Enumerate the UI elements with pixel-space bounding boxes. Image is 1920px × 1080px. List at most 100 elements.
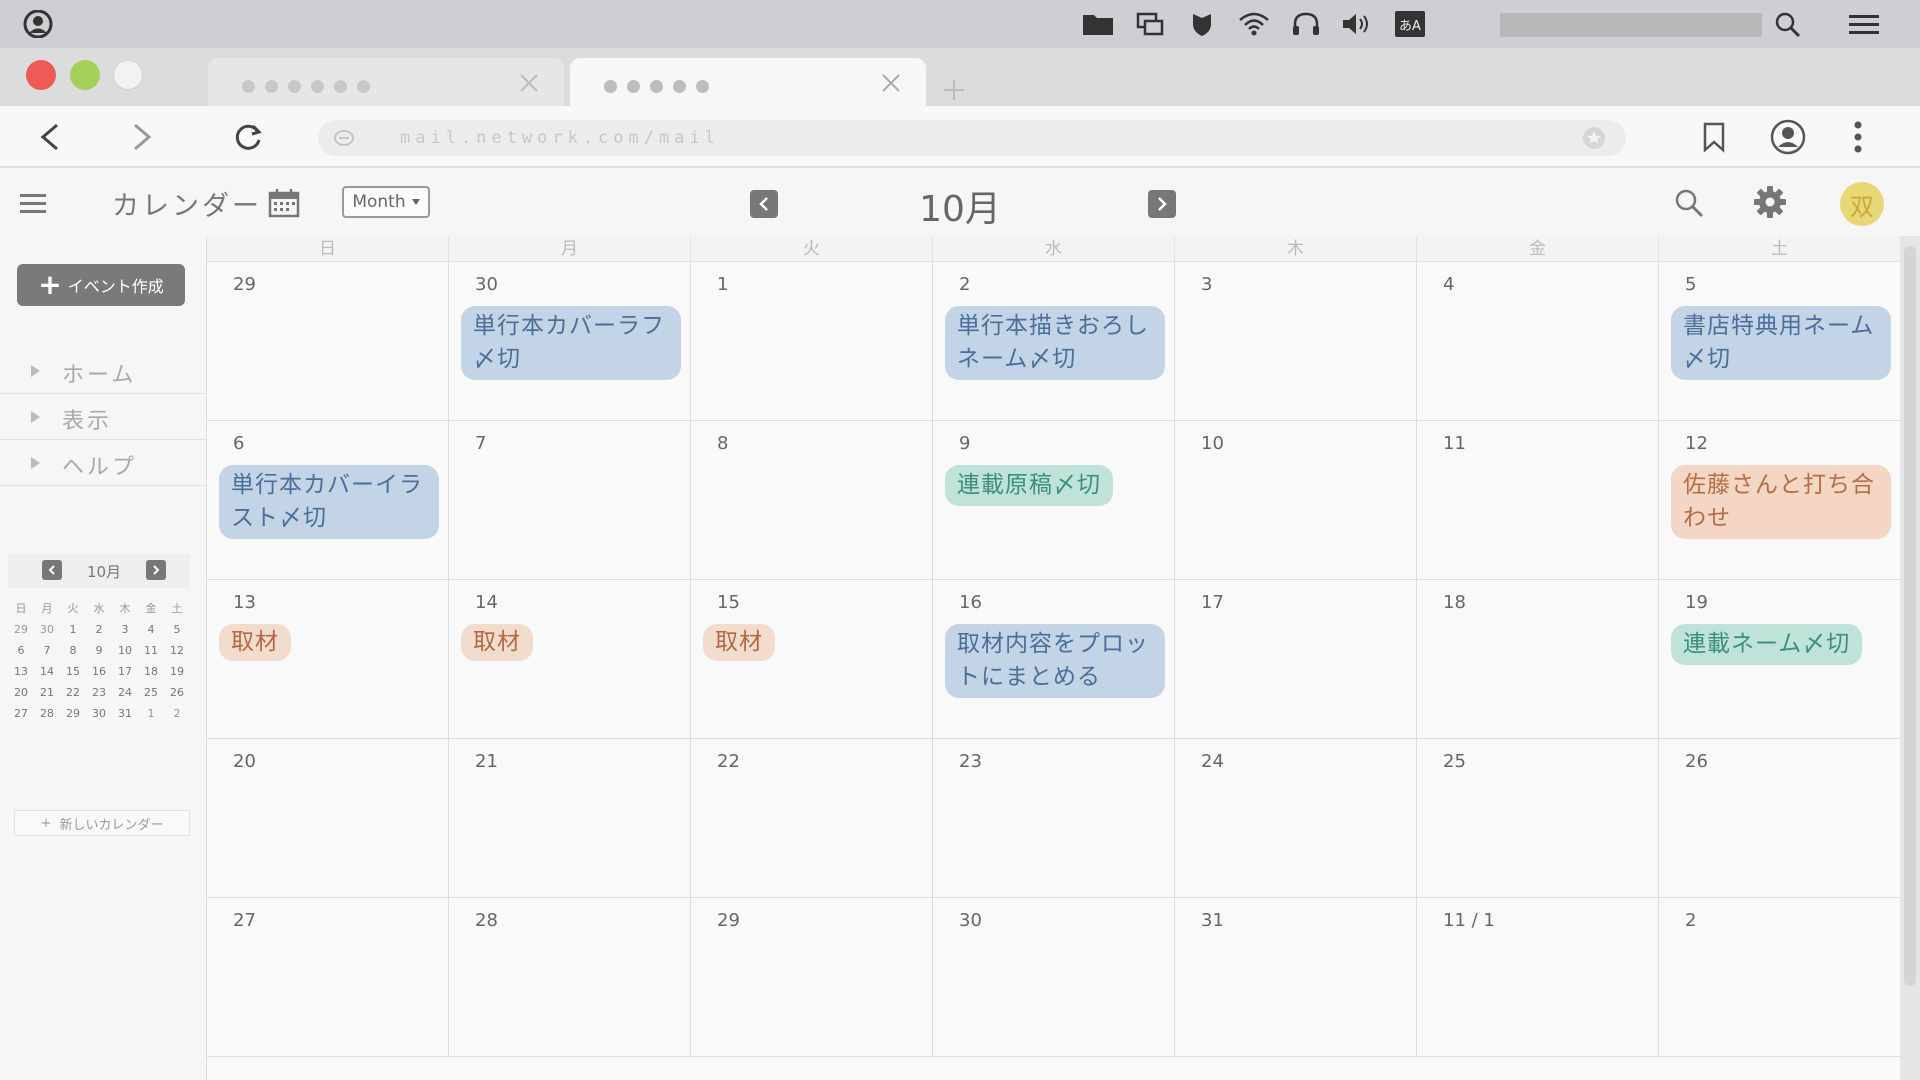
search-icon[interactable] [1772,10,1804,40]
event-chip[interactable]: 取材 [219,624,291,661]
mini-day[interactable]: 24 [112,682,138,703]
day-cell[interactable]: 29 [691,898,933,1057]
mini-day[interactable]: 26 [164,682,190,703]
browser-tab-active[interactable] [570,58,926,106]
gear-icon[interactable] [1752,184,1788,220]
new-calendar-button[interactable]: + 新しいカレンダー [14,810,190,836]
day-cell[interactable]: 27 [207,898,449,1057]
window-close-button[interactable] [26,60,56,90]
input-method-icon[interactable]: あA [1392,8,1428,40]
create-event-button[interactable]: + イベント作成 [17,264,185,306]
mini-day[interactable]: 6 [8,640,34,661]
os-search-field[interactable] [1500,13,1762,37]
folder-icon[interactable] [1080,8,1116,40]
close-icon[interactable] [878,70,904,96]
mini-day[interactable]: 28 [34,703,60,724]
event-chip[interactable]: 単行本描きおろしネーム〆切 [945,306,1165,380]
headphones-icon[interactable] [1288,8,1324,40]
menu-icon[interactable] [1846,10,1882,40]
user-icon[interactable] [22,10,54,38]
mini-prev-month-button[interactable] [42,560,62,580]
mini-day[interactable]: 31 [112,703,138,724]
back-button[interactable] [28,116,72,158]
day-cell[interactable]: 5 書店特典用ネーム〆切 [1659,262,1901,421]
profile-button[interactable] [1766,116,1810,158]
hamburger-icon[interactable] [18,190,52,218]
day-cell[interactable]: 31 [1175,898,1417,1057]
mini-day[interactable]: 7 [34,640,60,661]
day-cell[interactable]: 14 取材 [449,580,691,739]
next-month-button[interactable] [1148,190,1176,218]
day-cell[interactable]: 10 [1175,421,1417,580]
event-chip[interactable]: 取材内容をプロットにまとめる [945,624,1165,698]
mini-day[interactable]: 12 [164,640,190,661]
mini-day[interactable]: 22 [60,682,86,703]
browser-tab[interactable] [208,58,564,106]
mini-day[interactable]: 13 [8,661,34,682]
view-select[interactable]: Month [342,186,430,218]
event-chip[interactable]: 書店特典用ネーム〆切 [1671,306,1891,380]
day-cell[interactable]: 13 取材 [207,580,449,739]
mini-day[interactable]: 16 [86,661,112,682]
scrollbar-thumb[interactable] [1904,246,1916,986]
search-icon[interactable] [1672,186,1706,220]
event-chip[interactable]: 連載原稿〆切 [945,465,1113,506]
day-cell[interactable]: 11 [1417,421,1659,580]
window-minimize-button[interactable] [70,60,100,90]
day-cell[interactable]: 23 [933,739,1175,898]
browser-menu-button[interactable] [1836,116,1880,158]
day-cell[interactable]: 2 単行本描きおろしネーム〆切 [933,262,1175,421]
event-chip[interactable]: 佐藤さんと打ち合わせ [1671,465,1891,539]
day-cell[interactable]: 22 [691,739,933,898]
day-cell[interactable]: 11 / 1 [1417,898,1659,1057]
mini-next-month-button[interactable] [146,560,166,580]
day-cell[interactable]: 26 [1659,739,1901,898]
mini-day[interactable]: 5 [164,619,190,640]
wifi-icon[interactable] [1236,8,1272,40]
day-cell[interactable]: 29 [207,262,449,421]
event-chip[interactable]: 単行本カバーラフ〆切 [461,306,681,380]
mini-day[interactable]: 9 [86,640,112,661]
day-cell[interactable]: 25 [1417,739,1659,898]
day-cell[interactable]: 3 [1175,262,1417,421]
window-maximize-button[interactable] [113,60,143,90]
mini-day[interactable]: 3 [112,619,138,640]
calendar-icon[interactable] [268,188,300,218]
mini-day[interactable]: 19 [164,661,190,682]
day-cell[interactable]: 20 [207,739,449,898]
bookmarks-button[interactable] [1692,116,1736,158]
mini-day[interactable]: 1 [60,619,86,640]
event-chip[interactable]: 単行本カバーイラスト〆切 [219,465,439,539]
day-cell[interactable]: 8 [691,421,933,580]
sidebar-item-help[interactable]: ヘルプ [0,440,206,486]
mini-day[interactable]: 20 [8,682,34,703]
reload-button[interactable] [226,116,270,158]
day-cell[interactable]: 1 [691,262,933,421]
star-icon[interactable] [1582,126,1606,150]
sidebar-item-home[interactable]: ホーム [0,348,206,394]
shield-icon[interactable] [1184,8,1220,40]
prev-month-button[interactable] [750,190,778,218]
sidebar-item-view[interactable]: 表示 [0,394,206,440]
day-cell[interactable]: 7 [449,421,691,580]
day-cell[interactable]: 30 [933,898,1175,1057]
day-cell[interactable]: 6 単行本カバーイラスト〆切 [207,421,449,580]
mini-day[interactable]: 23 [86,682,112,703]
scrollbar[interactable] [1900,236,1920,1080]
day-cell[interactable]: 4 [1417,262,1659,421]
day-cell[interactable]: 16 取材内容をプロットにまとめる [933,580,1175,739]
mini-day[interactable]: 11 [138,640,164,661]
mini-day[interactable]: 30 [34,619,60,640]
address-bar[interactable]: mail.network.com/mail [318,120,1626,156]
mini-day[interactable]: 15 [60,661,86,682]
mini-day[interactable]: 29 [60,703,86,724]
new-tab-icon[interactable] [938,74,970,106]
mini-day[interactable]: 8 [60,640,86,661]
day-cell[interactable]: 9 連載原稿〆切 [933,421,1175,580]
mini-day[interactable]: 27 [8,703,34,724]
day-cell[interactable]: 2 [1659,898,1901,1057]
day-cell[interactable]: 12 佐藤さんと打ち合わせ [1659,421,1901,580]
event-chip[interactable]: 取材 [461,624,533,661]
mini-day[interactable]: 10 [112,640,138,661]
close-icon[interactable] [516,70,542,96]
